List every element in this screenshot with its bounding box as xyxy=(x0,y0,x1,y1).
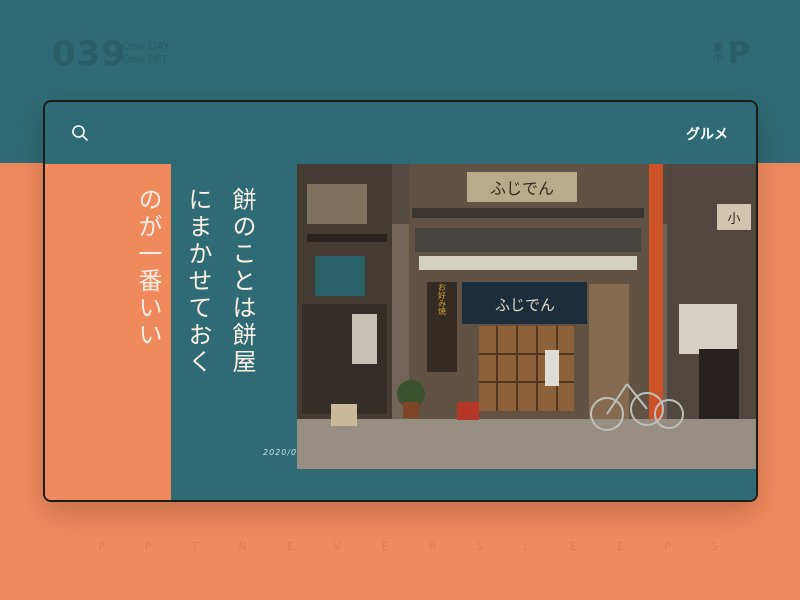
footer-letter: V xyxy=(333,540,342,553)
footer-letter: P xyxy=(664,540,671,553)
footer-letter: P xyxy=(98,540,105,553)
issue-number: 039 xyxy=(52,34,126,74)
corner-logo: 爱个 P xyxy=(712,36,750,71)
footer-letter: E xyxy=(286,540,294,553)
footer-letter: S xyxy=(710,540,718,553)
logo-small-text: 爱个 xyxy=(713,42,723,65)
footer-letter: E xyxy=(616,540,624,553)
footer-letter: E xyxy=(569,540,577,553)
logo-letter: P xyxy=(728,36,750,71)
footer-letter: N xyxy=(238,540,247,553)
headline-line-1: 餅のことは餅屋 xyxy=(228,187,256,376)
search-icon[interactable] xyxy=(71,124,89,142)
footer-letter: P xyxy=(144,540,152,553)
headline-line-2: にまかせておく xyxy=(184,187,212,376)
footer-letter: S xyxy=(476,540,484,553)
footer-letter: L xyxy=(523,540,530,553)
category-label[interactable]: グルメ xyxy=(686,124,728,144)
brand-subtitle: One DAY One PPT xyxy=(122,40,170,66)
headline-line-3: のが一番いい xyxy=(134,187,162,349)
footer-letter: T xyxy=(191,540,199,553)
footer-letter: R xyxy=(428,540,437,553)
content-card: グルメ 餅のことは餅屋 にまかせておく のが一番いい 2020/03/05 ふじ… xyxy=(43,100,758,502)
footer-letter: E xyxy=(381,540,389,553)
shopfront-photo: ふじでん ふじでん お好み焼 小 xyxy=(297,164,756,469)
footer-watermark: P P T N E V E R S L E E P S xyxy=(98,540,718,553)
card-header xyxy=(45,102,756,164)
brand-subtitle-line-1: One DAY xyxy=(122,40,170,53)
brand-subtitle-line-2: One PPT xyxy=(122,53,168,66)
